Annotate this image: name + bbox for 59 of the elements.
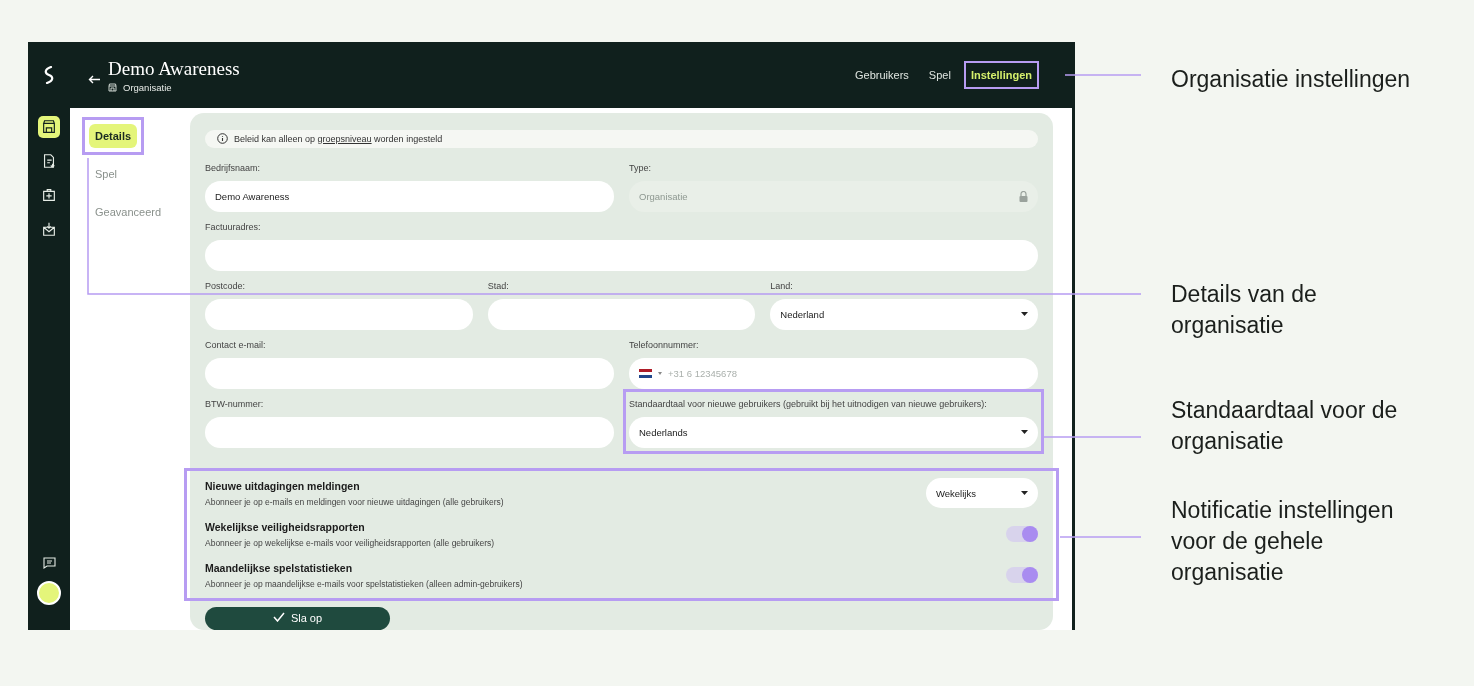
lock-icon [1019, 190, 1028, 202]
text-field[interactable] [487, 298, 756, 330]
notification-title: Nieuwe uitdagingen meldingen [205, 479, 361, 492]
annotation-text: Details van de organisatie [1171, 280, 1318, 340]
notification-description: Abonneer je op maandelijkse e-mails voor spelstatistieken (alleen admin-gebruikers) [205, 578, 523, 589]
page-title: Demo Awareness [108, 57, 240, 80]
field-label: BTW-nummer: [205, 398, 265, 409]
notification-title: Wekelijkse veiligheidsrapporten [205, 520, 366, 533]
save-button[interactable]: Sla op [205, 606, 390, 630]
text-field[interactable] [205, 239, 1038, 271]
field-label: Stad: [487, 280, 510, 291]
flag-icon [639, 368, 652, 378]
dropdown[interactable]: Nederlands [629, 416, 1038, 448]
section-tab[interactable]: Details [82, 117, 145, 155]
field-label: Land: [770, 280, 794, 291]
store-icon [41, 119, 57, 135]
nav-tab[interactable]: Spel [921, 61, 958, 89]
document-icon [41, 153, 57, 169]
rail-button[interactable] [38, 116, 60, 138]
annotation-text: Notificatie instellingen voor de gehele organisatie [1171, 496, 1395, 587]
store-icon [108, 82, 117, 92]
info-text: Beleid kan alleen op groepsniveau worden ingesteld [234, 133, 443, 144]
field-label: Type: [629, 162, 652, 173]
text-field[interactable] [205, 357, 614, 389]
notification-description: Abonneer je op e-mails en meldingen voor nieuwe uitdagingen (alle gebruikers) [205, 496, 504, 507]
caret-icon [1021, 430, 1028, 434]
field-label: Standaardtaal voor nieuwe gebruikers (gebruikt bij het uitnodigen van nieuwe gebruikers): [629, 398, 988, 409]
text-field[interactable] [205, 298, 473, 330]
caret-icon [1021, 491, 1028, 495]
avatar[interactable] [37, 581, 61, 605]
text-field[interactable]: Demo Awareness [205, 180, 614, 212]
first-aid-kit-icon [41, 187, 57, 203]
caret-icon [1021, 312, 1028, 316]
field-label: Telefoonnummer: [629, 339, 700, 350]
notification-description: Abonneer je op wekelijkse e-mails voor veiligheidsrapporten (alle gebruikers) [205, 537, 495, 548]
mail-download-icon [41, 221, 57, 237]
back-arrow-icon[interactable] [88, 74, 100, 84]
field-label: Contact e-mail: [205, 339, 267, 350]
nav-tab[interactable]: Instellingen [963, 61, 1039, 89]
field-label: Factuuradres: [205, 221, 262, 232]
logo-icon[interactable] [43, 66, 55, 84]
toggle-switch[interactable] [1006, 526, 1038, 542]
toggle-switch[interactable] [1006, 567, 1038, 583]
dropdown[interactable]: Nederland [770, 298, 1038, 330]
notification-title: Maandelijkse spelstatistieken [205, 561, 354, 574]
nav-tab[interactable]: Gebruikers [848, 61, 916, 89]
field-label: Bedrijfsnaam: [205, 162, 262, 173]
group-level-link[interactable]: groepsniveau [317, 133, 372, 144]
page-subtitle: Organisatie [123, 81, 172, 93]
caret-icon [658, 371, 662, 375]
field-label: Postcode: [205, 280, 247, 291]
type-field: Organisatie [629, 180, 1038, 212]
frequency-dropdown[interactable]: Wekelijks [926, 478, 1038, 508]
info-icon [217, 133, 228, 145]
text-field[interactable] [205, 416, 614, 448]
chat-icon[interactable] [42, 557, 56, 569]
check-icon [272, 611, 285, 622]
annotation-text: Organisatie instellingen [1171, 65, 1412, 94]
annotation-text: Standaardtaal voor de organisatie [1171, 396, 1399, 456]
